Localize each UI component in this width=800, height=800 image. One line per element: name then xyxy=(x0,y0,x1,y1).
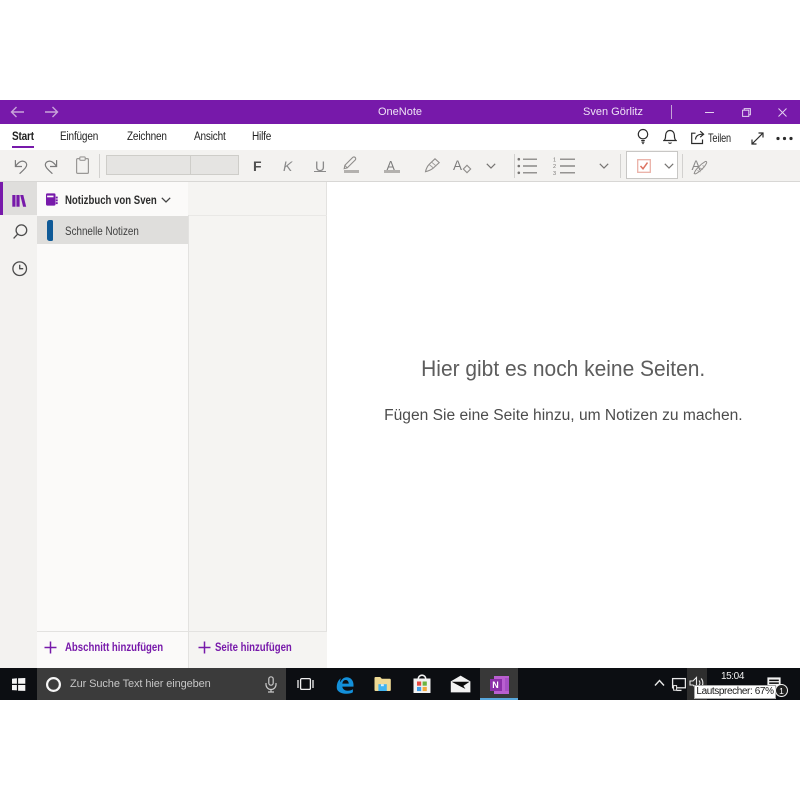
svg-text:1: 1 xyxy=(553,157,556,163)
svg-text:2: 2 xyxy=(553,164,556,170)
svg-text:3: 3 xyxy=(553,171,556,175)
